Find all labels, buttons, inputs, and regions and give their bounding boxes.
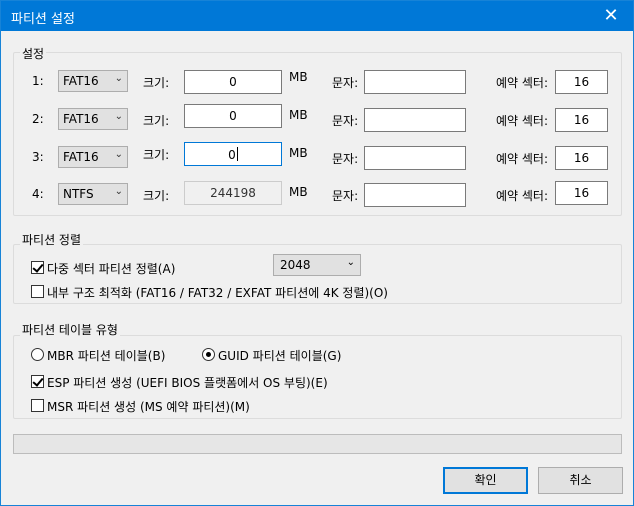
- close-icon[interactable]: ✕: [589, 1, 633, 31]
- row-3-size-input[interactable]: 0: [184, 142, 282, 166]
- row-1-size-label: 크기:: [143, 76, 170, 90]
- row-1-reserved-input[interactable]: 16: [555, 70, 608, 94]
- internal-optimization-label[interactable]: 내부 구조 최적화 (FAT16 / FAT32 / EXFAT 파티션에 4K…: [47, 284, 388, 301]
- row-4-letter-input[interactable]: [364, 183, 466, 207]
- alignment-sectors-value: 2048: [280, 258, 311, 272]
- row-1-filesystem-value: FAT16: [63, 74, 99, 88]
- row-2-size-label: 크기:: [143, 114, 170, 128]
- chevron-down-icon: ⌄: [114, 73, 123, 84]
- ok-button[interactable]: 확인: [443, 467, 528, 494]
- row-2-filesystem-value: FAT16: [63, 112, 99, 126]
- row-4-filesystem-select[interactable]: NTFS ⌄: [58, 183, 128, 205]
- settings-group-label: 설정: [20, 45, 47, 62]
- row-2-reserved-label: 예약 섹터:: [496, 114, 549, 128]
- row-4-reserved-input[interactable]: 16: [555, 181, 608, 205]
- title-bar[interactable]: 파티션 설정 ✕: [1, 1, 633, 31]
- row-2-letter-input[interactable]: [364, 108, 466, 132]
- row-3-filesystem-select[interactable]: FAT16 ⌄: [58, 146, 128, 168]
- row-1-number: 1:: [32, 74, 44, 88]
- row-4-filesystem-value: NTFS: [63, 187, 94, 201]
- row-2-unit-label: MB: [289, 108, 308, 122]
- msr-label[interactable]: MSR 파티션 생성 (MS 예약 파티션)(M): [47, 398, 250, 415]
- mbr-label[interactable]: MBR 파티션 테이블(B): [47, 347, 165, 364]
- row-2-size-input[interactable]: 0: [184, 104, 282, 128]
- chevron-down-icon: ⌄: [114, 186, 123, 197]
- cancel-button[interactable]: 취소: [538, 467, 623, 494]
- row-4-unit-label: MB: [289, 185, 308, 199]
- row-4-size-label: 크기:: [143, 189, 170, 203]
- row-4-size-input: 244198: [184, 181, 282, 205]
- row-1-filesystem-select[interactable]: FAT16 ⌄: [58, 70, 128, 92]
- row-3-size-value: 0: [228, 148, 236, 162]
- row-3-letter-label: 문자:: [332, 152, 359, 166]
- chevron-down-icon: ⌄: [346, 257, 355, 268]
- msr-checkbox[interactable]: [31, 399, 44, 412]
- multi-sector-align-label[interactable]: 다중 섹터 파티션 정렬(A): [47, 260, 175, 277]
- row-3-size-label: 크기:: [143, 148, 170, 162]
- row-3-unit-label: MB: [289, 146, 308, 160]
- row-3-letter-input[interactable]: [364, 146, 466, 170]
- row-1-letter-label: 문자:: [332, 76, 359, 90]
- row-1-letter-input[interactable]: [364, 70, 466, 94]
- window-title: 파티션 설정: [11, 12, 75, 27]
- table-type-group-label: 파티션 테이블 유형: [20, 321, 120, 338]
- progress-bar: [13, 434, 622, 454]
- mbr-radio[interactable]: [31, 348, 44, 361]
- chevron-down-icon: ⌄: [114, 149, 123, 160]
- row-2-reserved-input[interactable]: 16: [555, 108, 608, 132]
- partition-settings-dialog: 파티션 설정 ✕ 설정 1: FAT16 ⌄ 크기: 0 MB 문자: 예약 섹…: [0, 0, 634, 506]
- row-3-filesystem-value: FAT16: [63, 150, 99, 164]
- gpt-radio[interactable]: [202, 348, 215, 361]
- row-1-size-input[interactable]: 0: [184, 70, 282, 94]
- alignment-group-label: 파티션 정렬: [20, 231, 84, 248]
- row-2-filesystem-select[interactable]: FAT16 ⌄: [58, 108, 128, 130]
- multi-sector-align-checkbox[interactable]: [31, 261, 44, 274]
- row-4-reserved-label: 예약 섹터:: [496, 189, 549, 203]
- row-3-reserved-label: 예약 섹터:: [496, 152, 549, 166]
- text-caret: [236, 147, 238, 161]
- row-2-letter-label: 문자:: [332, 114, 359, 128]
- esp-checkbox[interactable]: [31, 375, 44, 388]
- chevron-down-icon: ⌄: [114, 111, 123, 122]
- row-1-unit-label: MB: [289, 70, 308, 84]
- row-3-reserved-input[interactable]: 16: [555, 146, 608, 170]
- esp-label[interactable]: ESP 파티션 생성 (UEFI BIOS 플랫폼에서 OS 부팅)(E): [47, 374, 328, 391]
- row-3-number: 3:: [32, 150, 44, 164]
- internal-optimization-checkbox[interactable]: [31, 285, 44, 298]
- row-4-letter-label: 문자:: [332, 189, 359, 203]
- row-1-reserved-label: 예약 섹터:: [496, 76, 549, 90]
- row-4-number: 4:: [32, 187, 44, 201]
- gpt-label[interactable]: GUID 파티션 테이블(G): [218, 347, 341, 364]
- alignment-sectors-select[interactable]: 2048 ⌄: [273, 254, 361, 276]
- row-2-number: 2:: [32, 112, 44, 126]
